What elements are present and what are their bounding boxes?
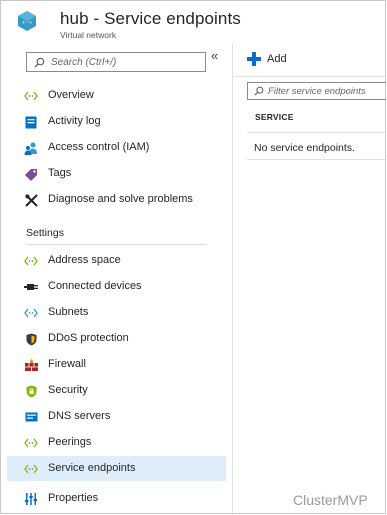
window-frame: ‹··› hub - Service endpoints Virtual net… xyxy=(0,0,386,515)
tools-icon xyxy=(24,193,38,207)
filter-input[interactable] xyxy=(268,84,386,98)
svg-text:‹··›: ‹··› xyxy=(22,19,32,27)
menu-item-label: Properties xyxy=(48,492,99,504)
menu-item-service-endpoints[interactable]: Service endpoints xyxy=(7,456,226,481)
menu-item-properties[interactable]: Properties xyxy=(7,486,226,511)
menu-item-label: Tags xyxy=(48,167,72,179)
section-divider xyxy=(26,244,207,245)
users-icon xyxy=(24,141,38,155)
add-button[interactable]: Add xyxy=(247,49,287,69)
menu-item-label: Peerings xyxy=(48,436,92,448)
search-icon xyxy=(34,57,45,68)
page-title: hub - Service endpoints xyxy=(60,9,241,28)
menu-item-label: DNS servers xyxy=(48,410,111,422)
menu-item-security[interactable]: Security xyxy=(7,378,226,403)
menu-item-subnets[interactable]: Subnets xyxy=(7,300,226,325)
shield-icon xyxy=(24,332,38,346)
content-pane: Add SERVICE No service endpoints. xyxy=(234,43,386,515)
menu-item-tags[interactable]: Tags xyxy=(7,161,226,186)
collapse-menu-button[interactable]: « xyxy=(211,48,218,63)
menu-item-connected-devices[interactable]: Connected devices xyxy=(7,274,226,299)
menu-item-label: Connected devices xyxy=(48,280,142,292)
vnet-arrows-icon xyxy=(24,254,38,268)
add-button-label: Add xyxy=(267,53,287,65)
page-subtitle: Virtual network xyxy=(60,30,117,40)
column-header-service[interactable]: SERVICE xyxy=(255,112,294,122)
blade-header: ‹··› hub - Service endpoints Virtual net… xyxy=(1,1,386,43)
security-shield-icon xyxy=(24,384,38,398)
firewall-icon xyxy=(24,358,38,372)
menu-item-activity-log[interactable]: Activity log xyxy=(7,109,226,134)
properties-icon xyxy=(24,492,38,506)
section-header-settings: Settings xyxy=(26,227,64,239)
search-icon xyxy=(254,86,264,96)
menu-search-box[interactable] xyxy=(26,52,206,72)
menu-item-ddos-protection[interactable]: DDoS protection xyxy=(7,326,226,351)
toolbar-divider xyxy=(234,76,386,77)
row-divider xyxy=(247,159,386,160)
vnet-arrows-icon xyxy=(24,436,38,450)
menu-item-label: Service endpoints xyxy=(48,462,136,474)
menu-item-label: DDoS protection xyxy=(48,332,129,344)
menu-item-label: Diagnose and solve problems xyxy=(48,193,193,205)
plus-icon xyxy=(247,52,261,66)
menu-item-address-space[interactable]: Address space xyxy=(7,248,226,273)
vnet-arrows-icon xyxy=(24,89,38,103)
menu-item-label: Access control (IAM) xyxy=(48,141,150,153)
header-divider xyxy=(247,132,386,133)
menu-item-diagnose[interactable]: Diagnose and solve problems xyxy=(7,187,226,212)
log-book-icon xyxy=(24,115,38,129)
vnet-arrows-icon xyxy=(24,306,38,320)
menu-item-access-control[interactable]: Access control (IAM) xyxy=(7,135,226,160)
menu-item-label: Address space xyxy=(48,254,121,266)
tag-icon xyxy=(24,167,38,181)
filter-box[interactable] xyxy=(247,82,386,100)
menu-item-overview[interactable]: Overview xyxy=(7,83,226,108)
menu-item-label: Overview xyxy=(48,89,94,101)
dns-server-icon xyxy=(24,410,38,424)
menu-item-label: Firewall xyxy=(48,358,86,370)
empty-state-message: No service endpoints. xyxy=(254,142,355,154)
menu-item-firewall[interactable]: Firewall xyxy=(7,352,226,377)
menu-item-label: Activity log xyxy=(48,115,101,127)
menu-item-label: Security xyxy=(48,384,88,396)
menu-item-peerings[interactable]: Peerings xyxy=(7,430,226,455)
watermark-text: ClusterMVP xyxy=(293,492,368,508)
vnet-arrows-icon xyxy=(24,462,38,476)
plug-icon xyxy=(24,280,38,294)
resource-menu: « Overview Activity log Access control (… xyxy=(1,43,233,515)
menu-item-dns-servers[interactable]: DNS servers xyxy=(7,404,226,429)
menu-item-label: Subnets xyxy=(48,306,89,318)
search-input[interactable] xyxy=(51,55,201,70)
virtual-network-icon: ‹··› xyxy=(18,11,36,31)
